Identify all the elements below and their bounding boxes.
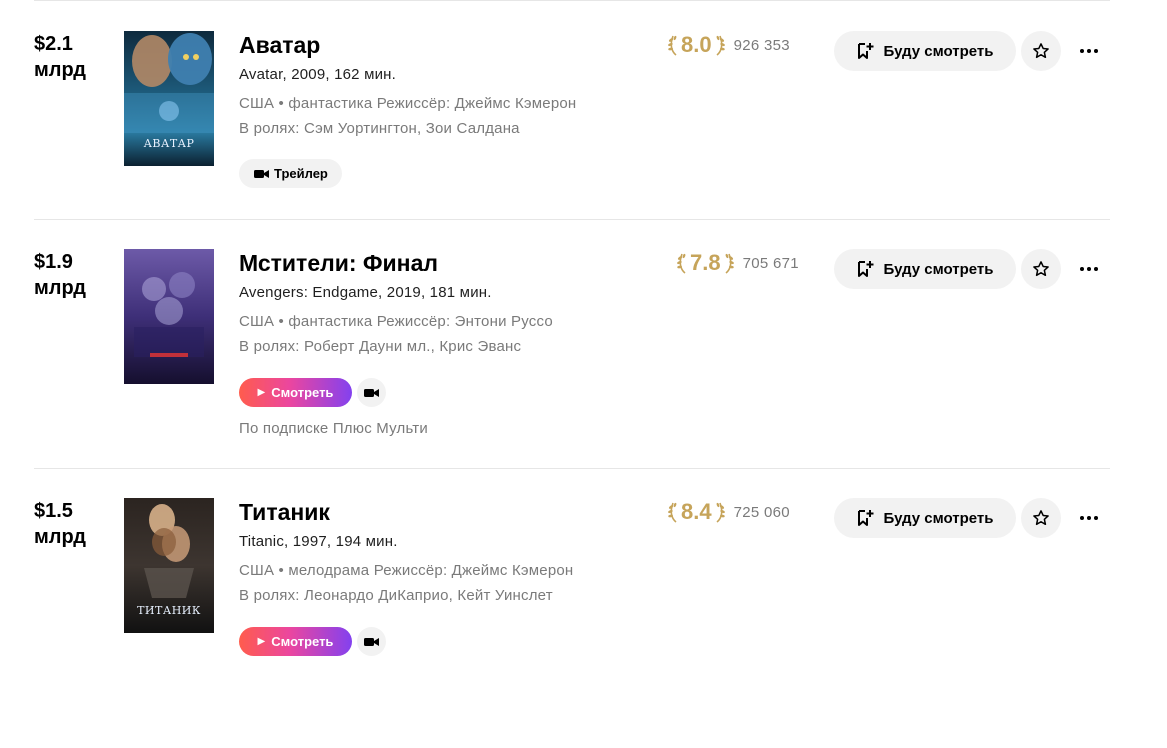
star-icon xyxy=(1033,510,1049,526)
favorite-button[interactable] xyxy=(1021,498,1061,538)
box-office-unit: млрд xyxy=(34,277,86,299)
rating-votes: 725 060 xyxy=(733,503,790,521)
movie-meta: США • фантастика Режиссёр: Энтони Руссо xyxy=(239,313,553,330)
divider xyxy=(34,219,1110,220)
dot xyxy=(1087,267,1091,271)
movie-title[interactable]: Мстители: Финал xyxy=(239,250,438,276)
movie-meta: США • фантастика Режиссёр: Джеймс Кэмеро… xyxy=(239,95,577,112)
favorite-button[interactable] xyxy=(1021,249,1061,289)
watchlist-label: Буду смотреть xyxy=(883,42,994,60)
watch-label: Смотреть xyxy=(271,385,334,400)
movie-meta: США • мелодрама Режиссёр: Джеймс Кэмерон xyxy=(239,562,574,579)
dot xyxy=(1094,516,1098,520)
movie-poster[interactable] xyxy=(124,249,214,384)
bookmark-plus-icon xyxy=(858,261,874,277)
poster-title-text: АВАТАР xyxy=(143,137,195,150)
more-options-button[interactable] xyxy=(1074,506,1104,530)
laurel-left-icon xyxy=(668,35,677,56)
watchlist-label: Буду смотреть xyxy=(883,260,994,278)
movie-original-info: Titanic, 1997, 194 мин. xyxy=(239,533,398,550)
box-office: $1.5 млрд xyxy=(34,498,86,550)
box-office: $2.1 млрд xyxy=(34,31,86,83)
video-camera-icon xyxy=(364,637,379,646)
movie-row-avengers: $1.9 млрд Мстители: Финал Avengers: Endg… xyxy=(0,249,1167,499)
box-office: $1.9 млрд xyxy=(34,249,86,301)
movie-poster[interactable]: ТИТАНИК xyxy=(124,498,214,633)
star-icon xyxy=(1033,261,1049,277)
rating: 7.8 705 671 xyxy=(676,250,799,276)
trailer-button[interactable]: Трейлер xyxy=(239,159,342,188)
play-icon: ▶ xyxy=(257,387,266,398)
rating-votes: 926 353 xyxy=(733,36,790,54)
dot xyxy=(1087,516,1091,520)
star-icon xyxy=(1033,43,1049,59)
rating: 8.0 926 353 xyxy=(667,32,790,58)
video-camera-icon xyxy=(254,169,269,178)
rating-score: 8.4 xyxy=(681,499,712,524)
watchlist-label: Буду смотреть xyxy=(883,509,994,527)
movie-original-info: Avatar, 2009, 162 мин. xyxy=(239,66,397,83)
poster-artwork xyxy=(124,249,214,384)
dot xyxy=(1094,49,1098,53)
dot xyxy=(1087,49,1091,53)
favorite-button[interactable] xyxy=(1021,31,1061,71)
movie-cast: В ролях: Леонардо ДиКаприо, Кейт Уинслет xyxy=(239,587,553,604)
rating: 8.4 725 060 xyxy=(667,499,790,525)
watchlist-button[interactable]: Буду смотреть xyxy=(834,249,1016,289)
movie-original-info: Avengers: Endgame, 2019, 181 мин. xyxy=(239,284,492,301)
play-icon: ▶ xyxy=(257,636,266,647)
divider xyxy=(34,0,1110,1)
watchlist-button[interactable]: Буду смотреть xyxy=(834,31,1016,71)
poster-title-text: ТИТАНИК xyxy=(137,604,201,617)
box-office-amount: $2.1 xyxy=(34,33,73,55)
laurel-left-icon xyxy=(677,253,686,274)
more-options-button[interactable] xyxy=(1074,257,1104,281)
dot xyxy=(1080,516,1084,520)
watchlist-button[interactable]: Буду смотреть xyxy=(834,498,1016,538)
trailer-button[interactable] xyxy=(357,378,386,407)
subscription-info: По подписке Плюс Мульти xyxy=(239,420,428,437)
dot xyxy=(1094,267,1098,271)
dot xyxy=(1080,267,1084,271)
laurel-right-icon xyxy=(725,253,734,274)
laurel-left-icon xyxy=(668,502,677,523)
rating-votes: 705 671 xyxy=(742,254,799,272)
movie-cast: В ролях: Роберт Дауни мл., Крис Эванс xyxy=(239,338,522,355)
dot xyxy=(1080,49,1084,53)
rating-score: 8.0 xyxy=(681,32,712,57)
video-camera-icon xyxy=(364,388,379,397)
movie-row-avatar: $2.1 млрд АВАТАР Аватар Avatar, 2009, 16… xyxy=(0,31,1167,281)
bookmark-plus-icon xyxy=(858,510,874,526)
watch-button[interactable]: ▶ Смотреть xyxy=(239,378,352,407)
watch-button[interactable]: ▶ Смотреть xyxy=(239,627,352,656)
watch-label: Смотреть xyxy=(271,634,334,649)
rating-score: 7.8 xyxy=(690,250,721,275)
divider xyxy=(34,468,1110,469)
box-office-amount: $1.9 xyxy=(34,251,73,273)
movie-cast: В ролях: Сэм Уортингтон, Зои Салдана xyxy=(239,120,520,137)
box-office-unit: млрд xyxy=(34,59,86,81)
laurel-right-icon xyxy=(716,35,725,56)
movie-poster[interactable]: АВАТАР xyxy=(124,31,214,166)
trailer-button[interactable] xyxy=(357,627,386,656)
trailer-label: Трейлер xyxy=(274,166,328,181)
bookmark-plus-icon xyxy=(858,43,874,59)
movie-row-titanic: $1.5 млрд ТИТАНИК Титаник Titanic, 1997,… xyxy=(0,498,1167,748)
box-office-amount: $1.5 xyxy=(34,500,73,522)
movie-title[interactable]: Аватар xyxy=(239,32,320,58)
more-options-button[interactable] xyxy=(1074,39,1104,63)
laurel-right-icon xyxy=(716,502,725,523)
movie-title[interactable]: Титаник xyxy=(239,499,330,525)
box-office-unit: млрд xyxy=(34,526,86,548)
